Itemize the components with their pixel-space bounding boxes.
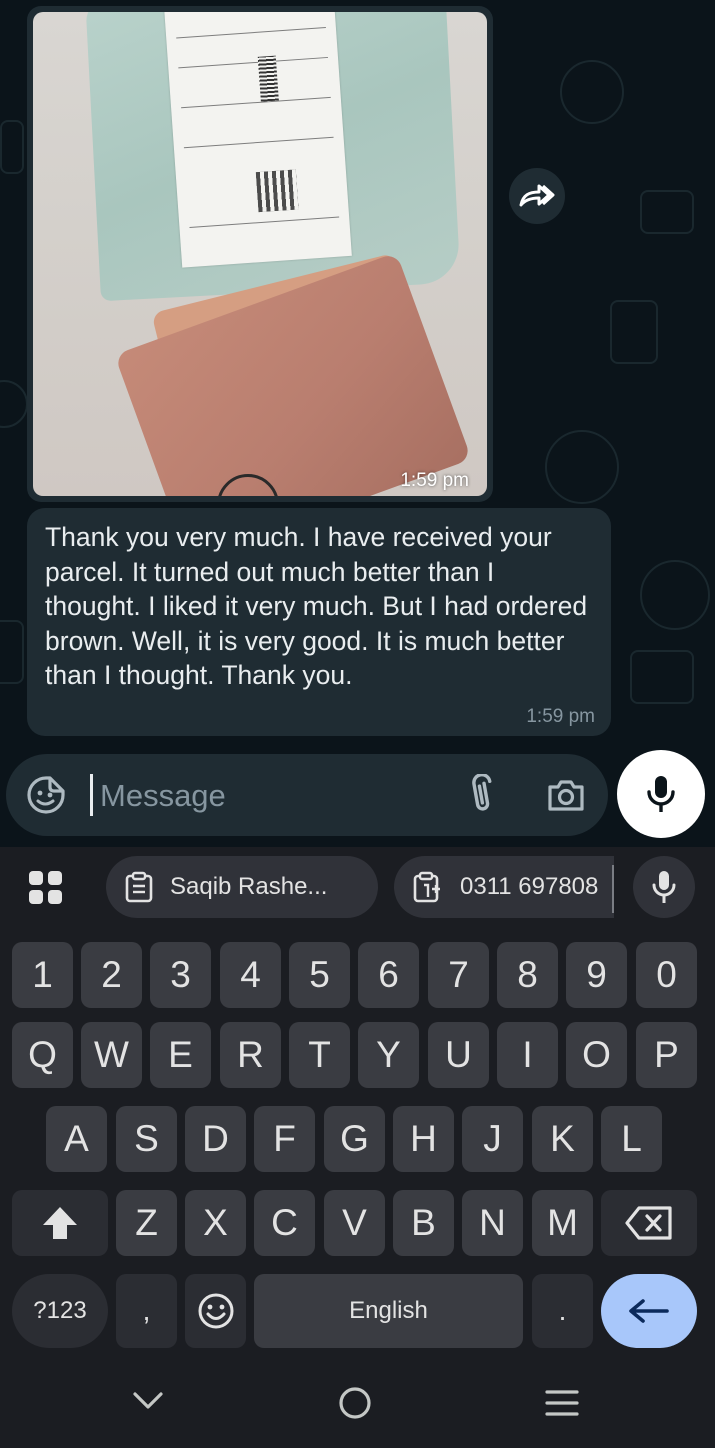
shipping-label — [164, 12, 352, 268]
shift-key[interactable] — [12, 1190, 108, 1256]
system-navigation-bar — [0, 1372, 715, 1448]
symbols-key[interactable]: ?123 — [12, 1274, 108, 1348]
key-8[interactable]: 8 — [497, 942, 558, 1008]
key-m[interactable]: M — [532, 1190, 593, 1256]
emoji-icon — [198, 1293, 233, 1329]
keyboard-voice-button[interactable] — [633, 856, 695, 918]
parcel-photo[interactable]: 1:59 pm — [33, 12, 487, 496]
key-3[interactable]: 3 — [150, 942, 211, 1008]
key-i[interactable]: I — [497, 1022, 558, 1088]
key-4[interactable]: 4 — [220, 942, 281, 1008]
key-b[interactable]: B — [393, 1190, 454, 1256]
soft-keyboard: Saqib Rashe... 0311 697808 1 2 3 4 5 6 7… — [0, 847, 715, 1448]
message-time: 1:59 pm — [526, 706, 595, 727]
message-composer — [6, 754, 608, 836]
forward-button[interactable] — [509, 168, 565, 224]
menu-lines-icon — [545, 1390, 579, 1416]
key-7[interactable]: 7 — [428, 942, 489, 1008]
key-r[interactable]: R — [220, 1022, 281, 1088]
wallpaper-doodle — [0, 120, 24, 174]
key-h[interactable]: H — [393, 1106, 454, 1172]
key-l[interactable]: L — [601, 1106, 662, 1172]
key-6[interactable]: 6 — [358, 942, 419, 1008]
key-a[interactable]: A — [46, 1106, 107, 1172]
home-circle-icon — [339, 1387, 371, 1419]
text-cursor — [90, 774, 93, 816]
sticker-icon[interactable] — [26, 775, 66, 820]
microphone-icon — [647, 776, 675, 812]
wallpaper-doodle — [560, 60, 624, 124]
key-2[interactable]: 2 — [81, 942, 142, 1008]
key-w[interactable]: W — [81, 1022, 142, 1088]
key-g[interactable]: G — [324, 1106, 385, 1172]
wallpaper-doodle — [0, 620, 24, 684]
wallpaper-doodle — [0, 380, 28, 428]
apps-grid-icon[interactable] — [27, 869, 65, 912]
message-input[interactable] — [98, 772, 442, 820]
wallpaper-doodle — [630, 650, 694, 704]
key-x[interactable]: X — [185, 1190, 246, 1256]
emoji-key[interactable] — [185, 1274, 246, 1348]
key-5[interactable]: 5 — [289, 942, 350, 1008]
image-message-bubble[interactable]: 1:59 pm — [27, 6, 493, 502]
enter-key[interactable] — [601, 1274, 697, 1348]
chevron-down-icon — [133, 1392, 163, 1409]
camera-icon[interactable] — [545, 774, 587, 821]
key-d[interactable]: D — [185, 1106, 246, 1172]
key-q[interactable]: Q — [12, 1022, 73, 1088]
enter-arrow-icon — [629, 1299, 669, 1323]
key-f[interactable]: F — [254, 1106, 315, 1172]
wallpaper-doodle — [610, 300, 658, 364]
key-p[interactable]: P — [636, 1022, 697, 1088]
suggestion-text: Saqib Rashe... — [170, 873, 328, 900]
voice-record-button[interactable] — [617, 750, 705, 838]
wallpaper-doodle — [640, 190, 694, 234]
key-o[interactable]: O — [566, 1022, 627, 1088]
backspace-icon — [625, 1206, 672, 1240]
key-e[interactable]: E — [150, 1022, 211, 1088]
clipboard-number-icon — [412, 871, 444, 903]
key-n[interactable]: N — [462, 1190, 523, 1256]
wallpaper-doodle — [640, 560, 710, 630]
forward-icon — [519, 184, 555, 207]
chip-scroll-edge — [612, 865, 614, 913]
clipboard-suggestion-chip[interactable]: Saqib Rashe... — [106, 856, 378, 918]
key-s[interactable]: S — [116, 1106, 177, 1172]
key-z[interactable]: Z — [116, 1190, 177, 1256]
chat-area: 1:59 pm Thank you very much. I have rece… — [0, 0, 715, 847]
clipboard-suggestion-chip[interactable]: 0311 697808 — [394, 856, 614, 918]
key-9[interactable]: 9 — [566, 942, 627, 1008]
keyboard-suggestion-bar: Saqib Rashe... 0311 697808 — [0, 847, 715, 927]
qr-code — [255, 169, 299, 213]
space-key[interactable]: English — [254, 1274, 523, 1348]
key-c[interactable]: C — [254, 1190, 315, 1256]
key-t[interactable]: T — [289, 1022, 350, 1088]
shift-icon — [43, 1207, 77, 1239]
message-time: 1:59 pm — [400, 470, 469, 491]
key-u[interactable]: U — [428, 1022, 489, 1088]
key-j[interactable]: J — [462, 1106, 523, 1172]
message-text: Thank you very much. I have received you… — [45, 522, 588, 690]
microphone-icon — [652, 871, 676, 903]
recents-button[interactable] — [545, 1388, 579, 1418]
wallpaper-doodle — [545, 430, 619, 504]
barcode — [257, 55, 279, 102]
backspace-key[interactable] — [601, 1190, 697, 1256]
suggestion-text: 0311 697808 — [460, 873, 599, 900]
period-key[interactable]: . — [532, 1274, 593, 1348]
text-message-bubble[interactable]: Thank you very much. I have received you… — [27, 508, 611, 736]
key-1[interactable]: 1 — [12, 942, 73, 1008]
key-v[interactable]: V — [324, 1190, 385, 1256]
key-y[interactable]: Y — [358, 1022, 419, 1088]
home-button[interactable] — [338, 1386, 372, 1420]
key-k[interactable]: K — [532, 1106, 593, 1172]
hide-keyboard-button[interactable] — [132, 1390, 164, 1412]
key-0[interactable]: 0 — [636, 942, 697, 1008]
clipboard-icon — [124, 871, 154, 903]
comma-key[interactable]: , — [116, 1274, 177, 1348]
attach-icon[interactable] — [460, 772, 502, 821]
